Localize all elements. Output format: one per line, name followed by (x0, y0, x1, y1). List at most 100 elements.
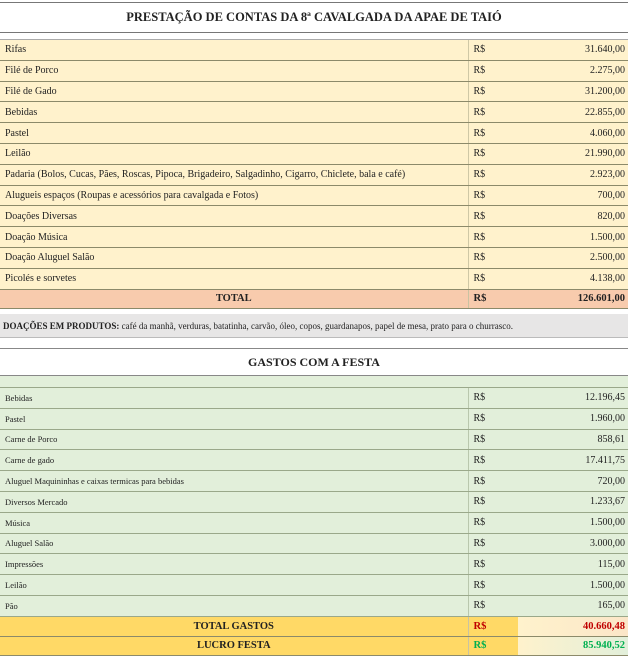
expense-row-value[interactable]: 17.411,75 (518, 449, 628, 472)
expenses-title[interactable]: GASTOS COM A FESTA (0, 348, 628, 376)
expense-row[interactable]: Bebidas R$ 12.196,45 (0, 387, 628, 409)
expense-row-currency[interactable]: R$ (467, 470, 518, 492)
expense-row-value[interactable]: 165,00 (518, 595, 628, 617)
income-row-label[interactable]: Rifas (0, 39, 468, 61)
income-row-label[interactable]: Filé de Gado (0, 81, 468, 103)
income-row-label[interactable]: Doações Diversas (0, 205, 468, 228)
expenses-total-row[interactable]: TOTAL GASTOS R$ 40.660,48 (0, 616, 628, 637)
income-total-row[interactable]: TOTAL R$ 126.601,00 (0, 289, 628, 309)
expense-row-currency[interactable]: R$ (467, 512, 518, 534)
expense-row-currency[interactable]: R$ (467, 449, 518, 472)
expense-row[interactable]: Leilão R$ 1.500,00 (0, 574, 628, 596)
expense-row[interactable]: Pão R$ 165,00 (0, 595, 628, 617)
expense-row-label[interactable]: Impressões (0, 553, 468, 576)
expense-row-currency[interactable]: R$ (467, 491, 518, 513)
expense-row[interactable]: Aluguel Maquininhas e caixas termicas pa… (0, 470, 628, 492)
income-row-currency[interactable]: R$ (467, 101, 518, 124)
income-row-currency[interactable]: R$ (467, 81, 518, 103)
income-row-value[interactable]: 4.138,00 (518, 268, 628, 290)
expense-row[interactable]: Aluguel Salão R$ 3.000,00 (0, 533, 628, 555)
income-row-value[interactable]: 700,00 (518, 185, 628, 207)
income-row[interactable]: Filé de Porco R$ 2.275,00 (0, 60, 628, 82)
expense-row[interactable]: Carne de Porco R$ 858,61 (0, 429, 628, 451)
income-row[interactable]: Picolés e sorvetes R$ 4.138,00 (0, 268, 628, 290)
report-title[interactable]: PRESTAÇÃO DE CONTAS DA 8ª CAVALGADA DA A… (0, 2, 628, 33)
expenses-total-label[interactable]: TOTAL GASTOS (0, 616, 468, 637)
profit-row[interactable]: LUCRO FESTA R$ 85.940,52 (0, 636, 628, 656)
income-total-label[interactable]: TOTAL (0, 289, 468, 309)
income-row-currency[interactable]: R$ (467, 164, 518, 186)
income-row-currency[interactable]: R$ (467, 205, 518, 228)
blank-row[interactable] (0, 32, 628, 40)
income-total-currency[interactable]: R$ (467, 289, 518, 309)
expense-row-label[interactable]: Bebidas (0, 387, 468, 409)
expense-row-currency[interactable]: R$ (467, 595, 518, 617)
expense-row-value[interactable]: 1.233,67 (518, 491, 628, 513)
income-row-label[interactable]: Alugueis espaços (Roupas e acessórios pa… (0, 185, 468, 207)
expense-row-currency[interactable]: R$ (467, 429, 518, 451)
income-row[interactable]: Doação Aluguel Salão R$ 2.500,00 (0, 247, 628, 269)
income-row-currency[interactable]: R$ (467, 39, 518, 61)
income-row-value[interactable]: 2.275,00 (518, 60, 628, 82)
income-row-label[interactable]: Pastel (0, 122, 468, 144)
income-row[interactable]: Padaria (Bolos, Cucas, Pães, Roscas, Pip… (0, 164, 628, 186)
expense-row-currency[interactable]: R$ (467, 533, 518, 555)
income-row-value[interactable]: 31.640,00 (518, 39, 628, 61)
income-row-label[interactable]: Padaria (Bolos, Cucas, Pães, Roscas, Pip… (0, 164, 468, 186)
expense-row-label[interactable]: Música (0, 512, 468, 534)
expense-row-value[interactable]: 720,00 (518, 470, 628, 492)
expense-row-value[interactable]: 12.196,45 (518, 387, 628, 409)
income-row-label[interactable]: Picolés e sorvetes (0, 268, 468, 290)
income-row-value[interactable]: 22.855,00 (518, 101, 628, 124)
income-row-value[interactable]: 21.990,00 (518, 143, 628, 165)
expense-row[interactable]: Música R$ 1.500,00 (0, 512, 628, 534)
expense-row-value[interactable]: 1.500,00 (518, 512, 628, 534)
expense-row-label[interactable]: Pastel (0, 408, 468, 430)
income-row[interactable]: Doações Diversas R$ 820,00 (0, 205, 628, 228)
expense-row-label[interactable]: Carne de gado (0, 449, 468, 472)
income-row-value[interactable]: 820,00 (518, 205, 628, 228)
income-row[interactable]: Bebidas R$ 22.855,00 (0, 101, 628, 124)
income-row-currency[interactable]: R$ (467, 185, 518, 207)
income-total-value[interactable]: 126.601,00 (518, 289, 628, 309)
expense-row-currency[interactable]: R$ (467, 408, 518, 430)
income-row-label[interactable]: Doação Aluguel Salão (0, 247, 468, 269)
expense-row-label[interactable]: Aluguel Salão (0, 533, 468, 555)
income-row[interactable]: Alugueis espaços (Roupas e acessórios pa… (0, 185, 628, 207)
expense-row-label[interactable]: Diversos Mercado (0, 491, 468, 513)
expense-row-label[interactable]: Pão (0, 595, 468, 617)
donations-note[interactable]: DOAÇÕES EM PRODUTOS: café da manhã, verd… (0, 314, 628, 338)
income-row-label[interactable]: Leilão (0, 143, 468, 165)
income-row-label[interactable]: Filé de Porco (0, 60, 468, 82)
blank-row[interactable] (0, 375, 628, 388)
expense-row[interactable]: Impressões R$ 115,00 (0, 553, 628, 576)
income-row[interactable]: Leilão R$ 21.990,00 (0, 143, 628, 165)
expense-row-value[interactable]: 3.000,00 (518, 533, 628, 555)
income-row-label[interactable]: Bebidas (0, 101, 468, 124)
expense-row-value[interactable]: 1.500,00 (518, 574, 628, 596)
expense-row[interactable]: Carne de gado R$ 17.411,75 (0, 449, 628, 472)
income-row-value[interactable]: 4.060,00 (518, 122, 628, 144)
expense-row[interactable]: Pastel R$ 1.960,00 (0, 408, 628, 430)
expenses-total-value[interactable]: 40.660,48 (518, 616, 628, 637)
expense-row-currency[interactable]: R$ (467, 574, 518, 596)
income-row-value[interactable]: 2.923,00 (518, 164, 628, 186)
expense-row[interactable]: Diversos Mercado R$ 1.233,67 (0, 491, 628, 513)
expense-row-currency[interactable]: R$ (467, 553, 518, 576)
income-row-value[interactable]: 2.500,00 (518, 247, 628, 269)
income-row[interactable]: Doação Música R$ 1.500,00 (0, 226, 628, 248)
expense-row-currency[interactable]: R$ (467, 387, 518, 409)
expense-row-value[interactable]: 1.960,00 (518, 408, 628, 430)
expense-row-label[interactable]: Carne de Porco (0, 429, 468, 451)
income-row-currency[interactable]: R$ (467, 60, 518, 82)
income-row[interactable]: Pastel R$ 4.060,00 (0, 122, 628, 144)
income-row-currency[interactable]: R$ (467, 268, 518, 290)
expenses-total-currency[interactable]: R$ (467, 616, 518, 637)
income-row-currency[interactable]: R$ (467, 122, 518, 144)
profit-label[interactable]: LUCRO FESTA (0, 636, 468, 656)
income-row-currency[interactable]: R$ (467, 247, 518, 269)
expense-row-label[interactable]: Leilão (0, 574, 468, 596)
income-row-label[interactable]: Doação Música (0, 226, 468, 248)
expense-row-label[interactable]: Aluguel Maquininhas e caixas termicas pa… (0, 470, 468, 492)
income-row-currency[interactable]: R$ (467, 226, 518, 248)
